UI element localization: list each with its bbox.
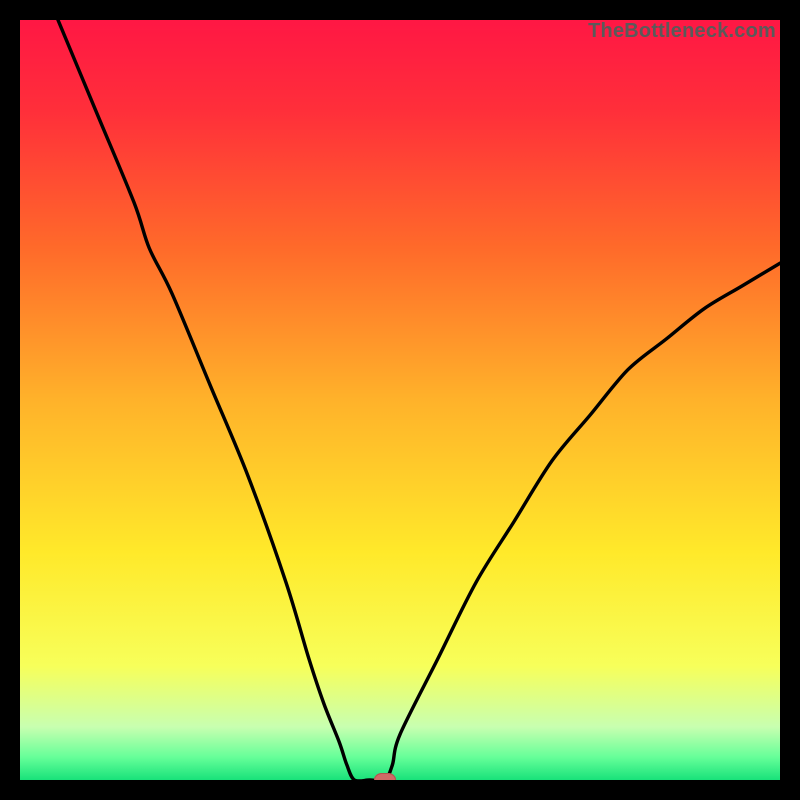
bottleneck-curve bbox=[20, 20, 780, 780]
optimal-marker bbox=[374, 773, 396, 780]
plot-area: TheBottleneck.com bbox=[20, 20, 780, 780]
chart-frame: TheBottleneck.com bbox=[0, 0, 800, 800]
watermark-text: TheBottleneck.com bbox=[588, 20, 776, 43]
